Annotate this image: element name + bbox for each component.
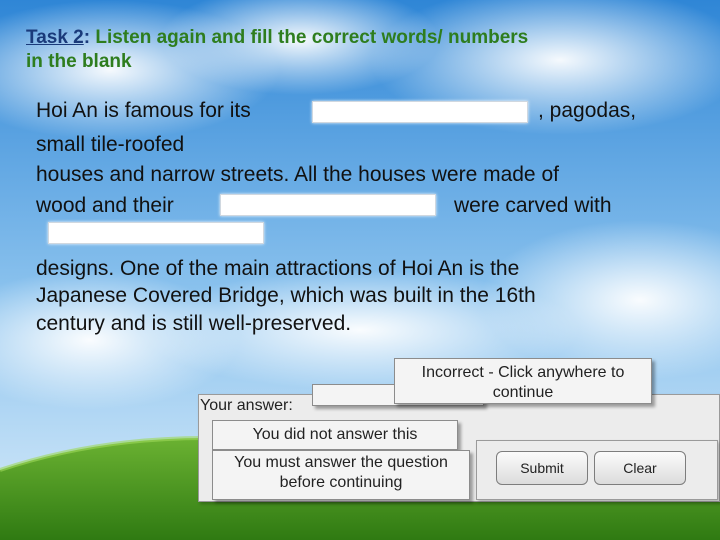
- passage-line7: century and is still well-preserved.: [36, 312, 352, 335]
- answer-blank-3[interactable]: [48, 222, 264, 244]
- passage-line1-end: , pagodas,: [538, 99, 637, 122]
- task-label: Task 2: [26, 27, 84, 48]
- not-answered-message: You did not answer this: [212, 420, 458, 450]
- incorrect-feedback-text: Incorrect - Click anywhere to continue: [421, 364, 625, 401]
- incorrect-feedback[interactable]: Incorrect - Click anywhere to continue: [394, 358, 652, 404]
- must-answer-text: You must answer the question before cont…: [234, 454, 448, 491]
- passage-line4-end: were carved with: [454, 194, 612, 217]
- answer-blank-2[interactable]: [220, 194, 436, 216]
- submit-button[interactable]: Submit: [496, 451, 588, 485]
- answer-blank-1[interactable]: [312, 101, 528, 123]
- passage-line1-start: Hoi An is famous for its: [36, 99, 251, 122]
- your-answer-label: Your answer:: [200, 397, 293, 414]
- passage-line5: designs. One of the main attractions of …: [36, 257, 520, 280]
- not-answered-text: You did not answer this: [252, 426, 418, 443]
- task-instruction-line2: in the blank: [26, 51, 132, 72]
- task-instruction: Listen again and fill the correct words/…: [90, 27, 529, 48]
- must-answer-message: You must answer the question before cont…: [212, 450, 470, 500]
- passage-line3: houses and narrow streets. All the house…: [36, 163, 559, 186]
- task-heading: Task 2: Listen again and fill the correc…: [26, 26, 706, 74]
- passage-line2: small tile-roofed: [36, 133, 185, 156]
- clear-button[interactable]: Clear: [594, 451, 686, 485]
- passage-line4-start: wood and their: [36, 194, 174, 217]
- passage-line6: Japanese Covered Bridge, which was built…: [36, 284, 536, 307]
